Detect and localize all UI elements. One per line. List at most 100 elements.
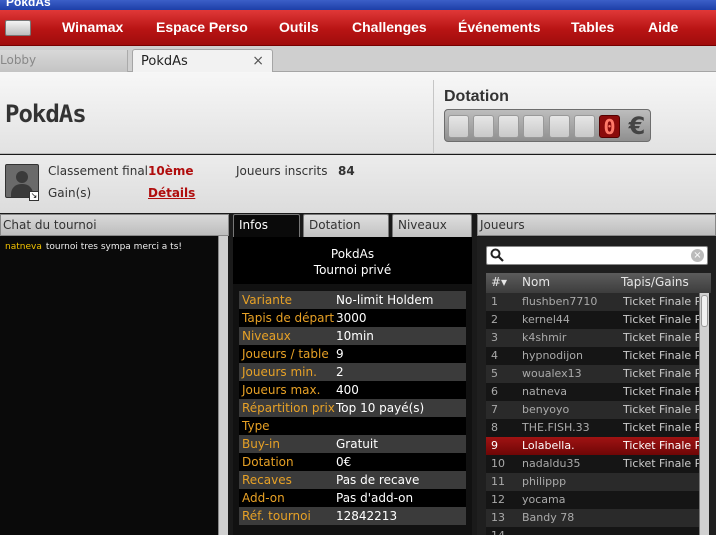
final-rank-value: 10ème [148, 164, 194, 178]
player-gain: Ticket Finale P [623, 331, 699, 344]
player-row[interactable]: 1 flushben7710 Ticket Finale P [486, 293, 699, 311]
registered-players-label: Joueurs inscrits [236, 164, 328, 178]
prize-digit [574, 115, 595, 138]
tab-niveaux[interactable]: Niveaux [392, 214, 472, 237]
info-row: Type [239, 417, 466, 435]
info-value: Top 10 payé(s) [336, 401, 425, 415]
players-list: 1 flushben7710 Ticket Finale P 2 kernel44 Tic… [486, 293, 699, 535]
player-gain: Ticket Finale P [623, 403, 699, 416]
player-rank: 14 [491, 529, 511, 535]
prize-digit [549, 115, 570, 138]
players-scroll-thumb[interactable] [701, 295, 708, 327]
gains-details-link[interactable]: Détails [148, 186, 195, 200]
player-row[interactable]: 4 hypnodijon Ticket Finale P [486, 347, 699, 365]
column-gain[interactable]: Tapis/Gains [621, 275, 689, 289]
chat-scrollbar[interactable] [218, 236, 228, 535]
search-icon [490, 248, 504, 262]
players-scrollbar[interactable] [699, 293, 709, 535]
info-key: Buy-in [242, 437, 280, 451]
avatar-head-icon [16, 171, 28, 183]
player-rank: 5 [491, 367, 498, 380]
chat-panel: natneva tournoi tres sympa merci a ts! [0, 236, 228, 535]
info-row: Joueurs max. 400 [239, 381, 466, 399]
tournament-name: PokdAs [330, 247, 375, 261]
prize-digit [448, 115, 469, 138]
player-row[interactable]: 7 benyoyo Ticket Finale P [486, 401, 699, 419]
player-name: flushben7710 [522, 295, 598, 308]
info-key: Niveaux [242, 329, 291, 343]
tab-dotation[interactable]: Dotation [303, 214, 389, 237]
info-row: Variante No-limit Holdem [239, 291, 466, 309]
menu-challenges[interactable]: Challenges [352, 19, 427, 35]
info-row: Niveaux 10min [239, 327, 466, 345]
player-row[interactable]: 6 natneva Ticket Finale P [486, 383, 699, 401]
info-value: 2 [336, 365, 344, 379]
column-name[interactable]: Nom [522, 275, 550, 289]
info-key: Tapis de départ [242, 311, 335, 325]
page-title: PokdAs [5, 100, 87, 128]
player-name: Bandy 78 [522, 511, 575, 524]
tab-tournament-label: PokdAs [141, 54, 188, 69]
player-rank: 2 [491, 313, 498, 326]
player-name: philippp [522, 475, 567, 488]
info-value: 0€ [336, 455, 352, 469]
menu-aide[interactable]: Aide [648, 19, 678, 35]
player-row[interactable]: 13 Bandy 78 [486, 509, 699, 527]
player-name: benyoyo [522, 403, 570, 416]
tab-tournament[interactable]: PokdAs × [132, 49, 273, 73]
info-key: Type [242, 419, 270, 433]
final-rank-label: Classement final [48, 164, 149, 178]
player-gain: Ticket Finale P [623, 421, 699, 434]
registered-players-value: 84 [338, 164, 355, 178]
info-key: Joueurs max. [242, 383, 321, 397]
prize-digit [473, 115, 494, 138]
player-name: nadaldu35 [522, 457, 581, 470]
prize-pool-label: Dotation [444, 88, 509, 105]
menu-tables[interactable]: Tables [571, 19, 614, 35]
column-rank[interactable]: #▾ [491, 275, 507, 289]
window-titlebar: PokdAs [0, 0, 716, 10]
tab-lobby[interactable]: Lobby [0, 50, 128, 72]
player-name: k4shmir [522, 331, 567, 344]
player-row[interactable]: 14 [486, 527, 699, 535]
info-row: Dotation 0€ [239, 453, 466, 471]
winamax-logo-icon[interactable] [5, 20, 31, 36]
prize-digit [498, 115, 519, 138]
prize-pool-box: Dotation 0 € [433, 80, 716, 154]
info-row: Répartition prix Top 10 payé(s) [239, 399, 466, 417]
player-row[interactable]: 10 nadaldu35 Ticket Finale P [486, 455, 699, 473]
menu-winamax[interactable]: Winamax [62, 19, 123, 35]
info-key: Add-on [242, 491, 285, 505]
player-row[interactable]: 2 kernel44 Ticket Finale P [486, 311, 699, 329]
player-row[interactable]: 3 k4shmir Ticket Finale P [486, 329, 699, 347]
expand-arrow-icon[interactable]: ↘ [29, 191, 39, 201]
player-row[interactable]: 11 philippp [486, 473, 699, 491]
player-gain: Ticket Finale P [623, 313, 699, 326]
player-row[interactable]: 12 yocama [486, 491, 699, 509]
player-row[interactable]: 8 THE.FISH.33 Ticket Finale P [486, 419, 699, 437]
player-rank: 10 [491, 457, 505, 470]
player-row[interactable]: 9 Lolabella. Ticket Finale P [486, 437, 699, 455]
prize-digit-value: 0 [599, 115, 620, 138]
player-name: Lolabella. [522, 439, 575, 452]
info-row: Buy-in Gratuit [239, 435, 466, 453]
menu-outils[interactable]: Outils [279, 19, 319, 35]
info-key: Joueurs min. [242, 365, 317, 379]
info-value: 10min [336, 329, 374, 343]
player-gain: Ticket Finale P [623, 439, 699, 452]
info-value: 400 [336, 383, 359, 397]
chat-panel-title: Chat du tournoi [3, 218, 97, 232]
menu-espace-perso[interactable]: Espace Perso [156, 19, 248, 35]
menu-evenements[interactable]: Événements [458, 19, 540, 35]
close-icon[interactable]: × [252, 53, 264, 69]
info-key: Dotation [242, 455, 294, 469]
player-search-input[interactable] [507, 249, 687, 263]
tab-infos[interactable]: Infos [233, 214, 300, 237]
player-name: yocama [522, 493, 566, 506]
info-key: Variante [242, 293, 292, 307]
player-name: kernel44 [522, 313, 570, 326]
player-rank: 11 [491, 475, 505, 488]
clear-search-icon[interactable]: × [691, 249, 704, 262]
player-rank: 8 [491, 421, 498, 434]
player-row[interactable]: 5 woualex13 Ticket Finale P [486, 365, 699, 383]
